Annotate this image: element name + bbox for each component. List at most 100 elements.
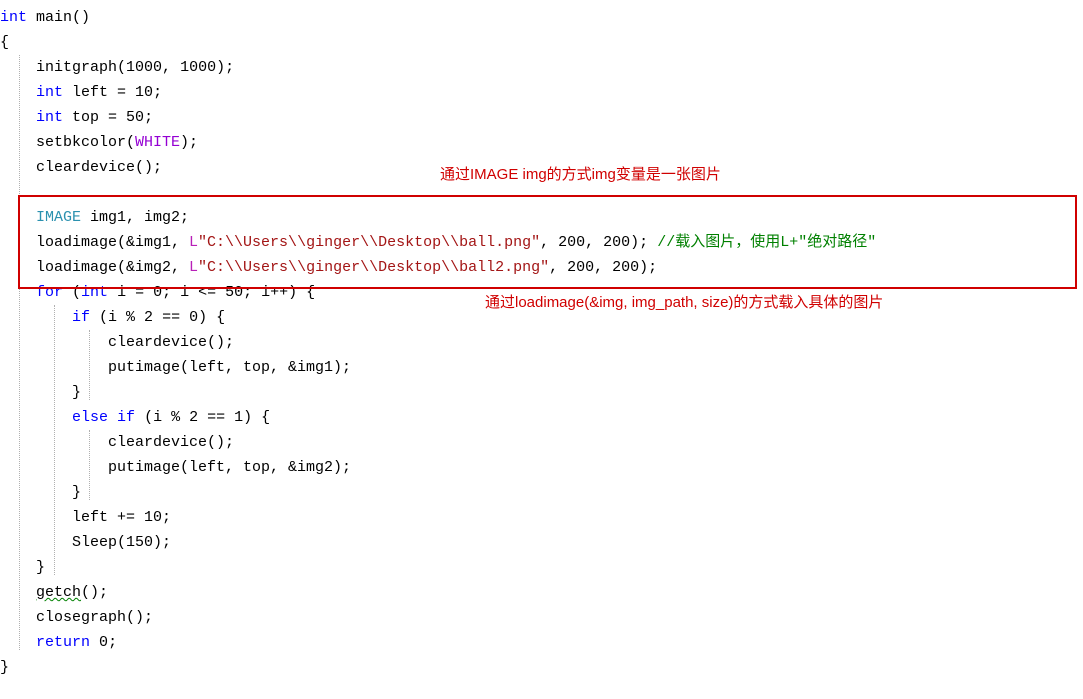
number: 150 bbox=[126, 534, 153, 551]
text: left = bbox=[63, 84, 135, 101]
text: } bbox=[0, 559, 45, 576]
code-line: putimage(left, top, &img1); bbox=[0, 355, 1083, 380]
number: 1000 bbox=[180, 59, 216, 76]
code-line: getch(); bbox=[0, 580, 1083, 605]
constant: WHITE bbox=[135, 134, 180, 151]
number: 50 bbox=[225, 284, 243, 301]
code-line: } bbox=[0, 480, 1083, 505]
code-line: loadimage(&img2, L"C:\\Users\\ginger\\De… bbox=[0, 255, 1083, 280]
text bbox=[0, 634, 36, 651]
number: 50 bbox=[126, 109, 144, 126]
text: , bbox=[594, 259, 612, 276]
keyword: if bbox=[72, 309, 90, 326]
code-line: Sleep(150); bbox=[0, 530, 1083, 555]
code-line: int left = 10; bbox=[0, 80, 1083, 105]
indent-guide bbox=[19, 55, 20, 650]
text: setbkcolor( bbox=[0, 134, 135, 151]
code-line: } bbox=[0, 655, 1083, 680]
text: ); bbox=[153, 534, 171, 551]
text: (i % bbox=[135, 409, 189, 426]
text: putimage(left, top, &img2); bbox=[0, 459, 351, 476]
keyword: int bbox=[0, 9, 27, 26]
string-prefix: L bbox=[189, 234, 198, 251]
text: ; bbox=[162, 509, 171, 526]
text: loadimage(&img1, bbox=[0, 234, 189, 251]
text: ; i <= bbox=[162, 284, 225, 301]
number: 200 bbox=[603, 234, 630, 251]
number: 10 bbox=[144, 509, 162, 526]
number: 1 bbox=[234, 409, 243, 426]
text: , bbox=[585, 234, 603, 251]
string-prefix: L bbox=[189, 259, 198, 276]
text: } bbox=[0, 484, 81, 501]
text: ) { bbox=[243, 409, 270, 426]
indent-guide bbox=[89, 430, 90, 500]
text: , bbox=[549, 259, 567, 276]
brace: } bbox=[0, 659, 9, 676]
text: ); bbox=[180, 134, 198, 151]
code-line: IMAGE img1, img2; bbox=[0, 205, 1083, 230]
number: 0 bbox=[99, 634, 108, 651]
text: i = bbox=[108, 284, 153, 301]
text: , bbox=[162, 59, 180, 76]
number: 200 bbox=[558, 234, 585, 251]
text: ) { bbox=[198, 309, 225, 326]
text: () bbox=[72, 9, 90, 26]
text: ; bbox=[153, 84, 162, 101]
text: cleardevice(); bbox=[0, 159, 162, 176]
annotation-top: 通过IMAGE img的方式img变量是一张图片 bbox=[440, 162, 721, 187]
number: 200 bbox=[612, 259, 639, 276]
number: 10 bbox=[135, 84, 153, 101]
indent-guide bbox=[89, 330, 90, 400]
keyword: else bbox=[72, 409, 108, 426]
text: } bbox=[0, 384, 81, 401]
text: == bbox=[153, 309, 189, 326]
function-name: main bbox=[27, 9, 72, 26]
text bbox=[0, 284, 36, 301]
text bbox=[0, 309, 72, 326]
text bbox=[0, 84, 36, 101]
text: cleardevice(); bbox=[0, 334, 234, 351]
number: 0 bbox=[189, 309, 198, 326]
code-line: else if (i % 2 == 1) { bbox=[0, 405, 1083, 430]
text: ); bbox=[216, 59, 234, 76]
code-line: closegraph(); bbox=[0, 605, 1083, 630]
text: ; i++) { bbox=[243, 284, 315, 301]
keyword: return bbox=[36, 634, 90, 651]
code-line: cleardevice(); bbox=[0, 330, 1083, 355]
text: left += bbox=[0, 509, 144, 526]
text: ( bbox=[63, 284, 81, 301]
keyword: int bbox=[36, 109, 63, 126]
number: 1000 bbox=[126, 59, 162, 76]
code-line: return 0; bbox=[0, 630, 1083, 655]
text: , bbox=[540, 234, 558, 251]
brace: { bbox=[0, 34, 9, 51]
text bbox=[0, 409, 72, 426]
text bbox=[0, 109, 36, 126]
text: (i % bbox=[90, 309, 144, 326]
string: "C:\\Users\\ginger\\Desktop\\ball.png" bbox=[198, 234, 540, 251]
function-call: getch bbox=[36, 584, 81, 601]
code-line: putimage(left, top, &img2); bbox=[0, 455, 1083, 480]
text: ); bbox=[639, 259, 657, 276]
text bbox=[0, 584, 36, 601]
text: loadimage(&img2, bbox=[0, 259, 189, 276]
type: IMAGE bbox=[36, 209, 81, 226]
text: == bbox=[198, 409, 234, 426]
text bbox=[90, 634, 99, 651]
code-line: { bbox=[0, 30, 1083, 55]
text: cleardevice(); bbox=[0, 434, 234, 451]
code-line: } bbox=[0, 555, 1083, 580]
annotation-bottom: 通过loadimage(&img, img_path, size)的方式载入具体… bbox=[485, 290, 883, 315]
number: 2 bbox=[189, 409, 198, 426]
comment: //载入图片，使用L+"绝对路径" bbox=[657, 234, 876, 251]
text: top = bbox=[63, 109, 126, 126]
number: 200 bbox=[567, 259, 594, 276]
indent-guide bbox=[54, 305, 55, 575]
string: "C:\\Users\\ginger\\Desktop\\ball2.png" bbox=[198, 259, 549, 276]
number: 0 bbox=[153, 284, 162, 301]
text: img1, img2; bbox=[81, 209, 189, 226]
code-block: int main() { initgraph(1000, 1000); int … bbox=[0, 0, 1083, 685]
text: closegraph(); bbox=[0, 609, 153, 626]
text: ); bbox=[630, 234, 657, 251]
